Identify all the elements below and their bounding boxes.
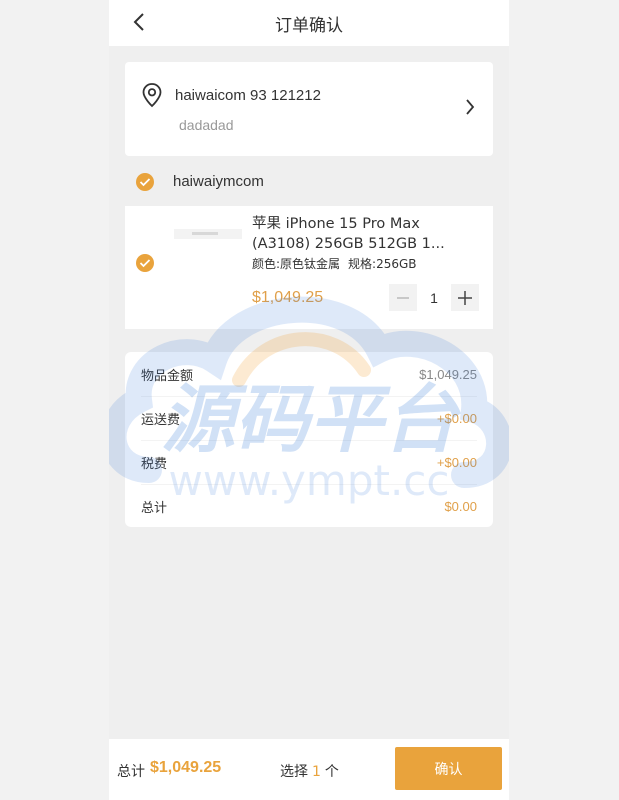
summary-row-tax: 税费 +$0.00: [141, 440, 477, 485]
quantity-stepper: 1: [389, 284, 479, 311]
product-name: 苹果 iPhone 15 Pro Max (A3108) 256GB 512GB…: [252, 214, 472, 254]
summary-label: 总计: [141, 500, 168, 516]
select-prefix: 选择: [280, 764, 308, 780]
select-suffix: 个: [324, 764, 339, 780]
quantity-value[interactable]: 1: [419, 284, 449, 311]
phone-screen: 订单确认 haiwaicom 93 121212 dadadad haiwaiy…: [109, 0, 509, 800]
summary-label: 物品金额: [141, 368, 194, 384]
footer-total-label: 总计: [117, 764, 145, 780]
select-count: 1: [312, 764, 321, 780]
increase-button[interactable]: [451, 284, 479, 311]
back-button[interactable]: [127, 10, 151, 34]
shop-checkbox[interactable]: [136, 173, 154, 191]
product-spec-size: 规格:256GB: [348, 257, 417, 271]
shop-name: haiwaiymcom: [173, 173, 264, 190]
summary-row-shipping: 运送费 +$0.00: [141, 396, 477, 441]
product-spec-color: 颜色:原色钛金属: [252, 257, 341, 271]
address-name-phone: haiwaicom 93 121212: [175, 87, 321, 104]
product-card: 苹果 iPhone 15 Pro Max (A3108) 256GB 512GB…: [125, 206, 493, 329]
decrease-button[interactable]: [389, 284, 417, 311]
minus-icon: [397, 296, 409, 299]
summary-value: $1,049.25: [419, 366, 477, 382]
back-arrow-icon[interactable]: [132, 12, 146, 32]
order-summary: 物品金额 $1,049.25 运送费 +$0.00 税费 +$0.00 总计 $…: [125, 352, 493, 527]
chevron-right-icon[interactable]: [465, 98, 475, 116]
summary-row-item-amount: 物品金额 $1,049.25: [141, 352, 477, 397]
plus-icon: [458, 290, 472, 305]
product-spec: 颜色:原色钛金属 规格:256GB: [252, 255, 417, 272]
product-name-line2: (A3108) 256GB 512GB 1...: [252, 236, 445, 252]
product-name-line1: 苹果 iPhone 15 Pro Max: [252, 216, 420, 232]
location-pin-icon: [142, 83, 162, 108]
address-card[interactable]: haiwaicom 93 121212 dadadad: [125, 62, 493, 156]
address-detail: dadadad: [179, 117, 234, 133]
confirm-button[interactable]: 确认: [395, 747, 502, 790]
summary-label: 税费: [141, 456, 168, 472]
summary-value: +$0.00: [436, 410, 477, 426]
product-price: $1,049.25: [252, 289, 324, 306]
product-thumbnail[interactable]: [174, 229, 242, 239]
summary-row-total: 总计 $0.00: [141, 484, 477, 528]
summary-value: +$0.00: [436, 454, 477, 470]
summary-value: $0.00: [444, 498, 477, 514]
selected-count-info: 选择 1 个: [280, 761, 339, 781]
page-title: 订单确认: [275, 15, 343, 36]
bottom-bar: 总计 $1,049.25 选择 1 个 确认: [109, 739, 509, 800]
check-icon: [139, 178, 151, 187]
footer-total-amount: $1,049.25: [150, 759, 222, 776]
shop-row: haiwaiymcom: [109, 165, 509, 199]
product-checkbox[interactable]: [136, 254, 154, 272]
check-icon: [139, 259, 151, 268]
summary-label: 运送费: [141, 412, 181, 428]
top-bar: 订单确认: [109, 0, 509, 46]
